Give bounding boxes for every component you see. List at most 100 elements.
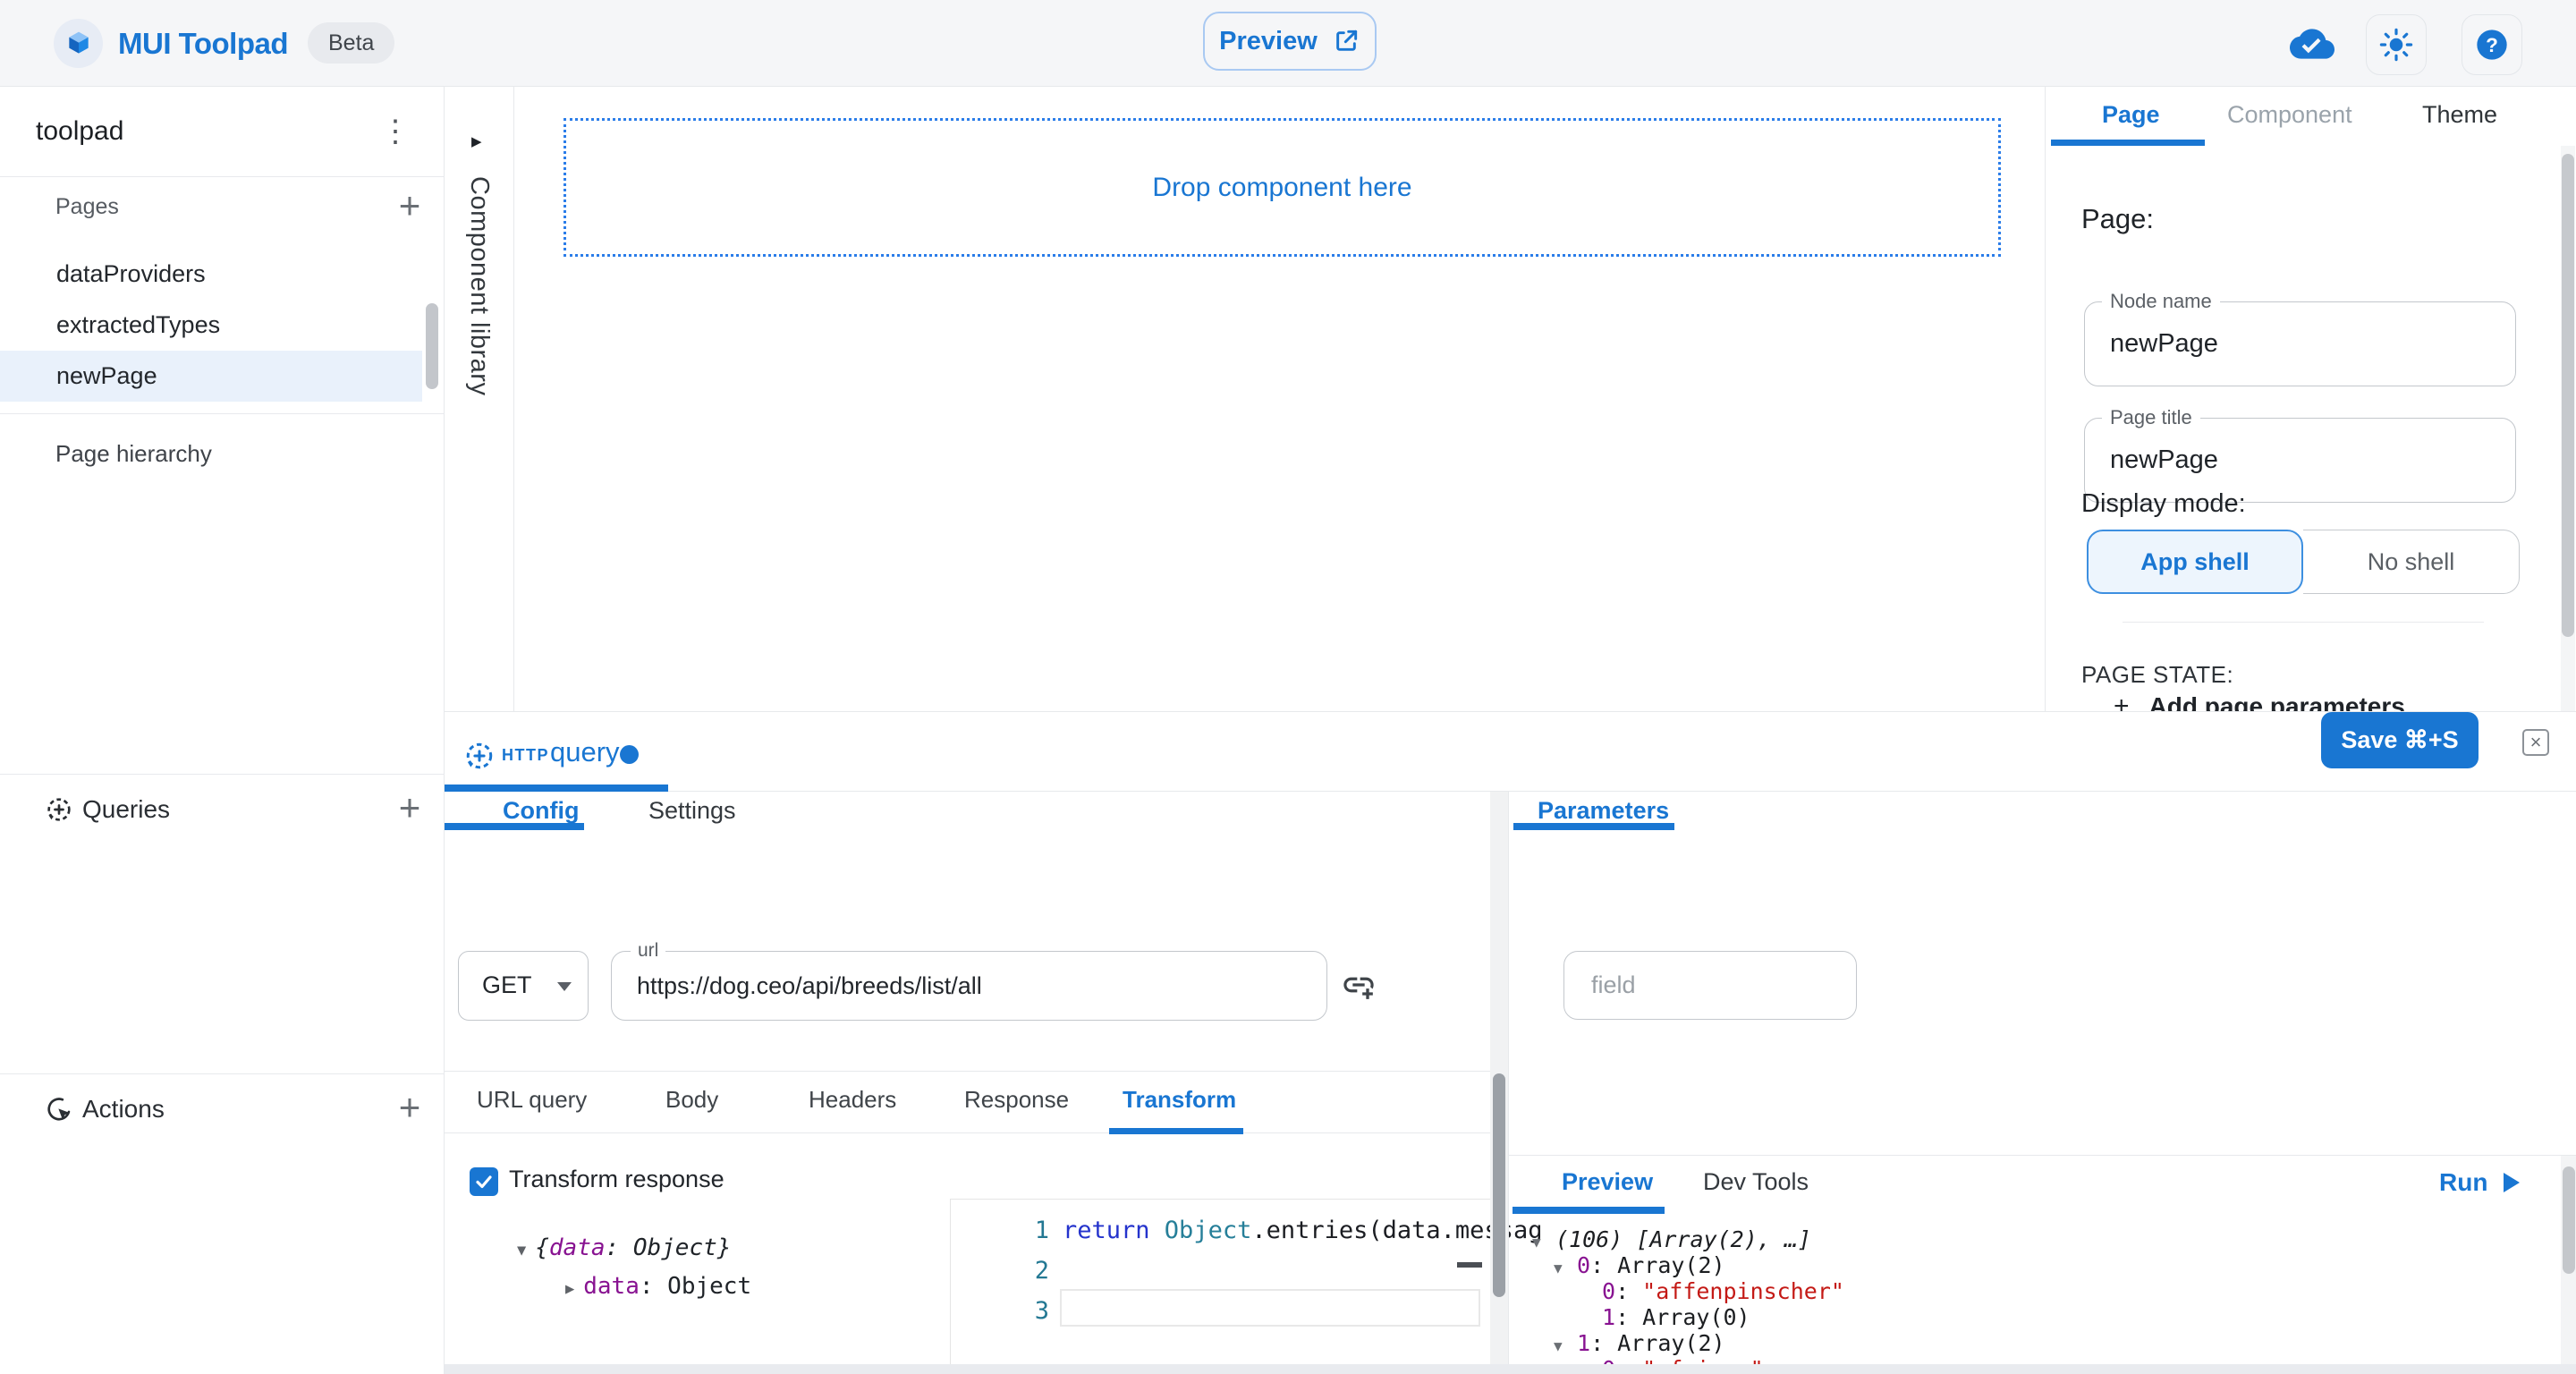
json-row[interactable]: 1: Array(0)	[1509, 1304, 2538, 1330]
parameter-field-wrap	[1563, 951, 1857, 1020]
code-line: 1 return Object.entries(data.messag	[951, 1210, 1491, 1251]
pane-scrollbar[interactable]	[1493, 1073, 1505, 1297]
query-tab[interactable]: HTTP query	[445, 712, 695, 792]
display-mode-toggle: App shell No shell	[2087, 530, 2520, 594]
active-subtab-underline	[1109, 1128, 1243, 1134]
project-title: toolpad	[36, 106, 123, 157]
node-name-field-wrap: Node name	[2084, 301, 2516, 386]
app-shell-toggle[interactable]: App shell	[2087, 530, 2303, 594]
add-page-parameters-button[interactable]: +Add page parameters	[2114, 691, 2405, 711]
result-scrollbar[interactable]	[2563, 1166, 2575, 1274]
cursor-click-icon	[45, 1095, 73, 1124]
tab-body[interactable]: Body	[665, 1086, 718, 1114]
inspector-scrollbar[interactable]	[2562, 154, 2574, 637]
top-bar: MUI Toolpad Beta Preview	[0, 0, 2576, 87]
response-tree-root[interactable]: ▼{data: Object}	[517, 1234, 731, 1261]
query-editor-panel: HTTP query Save ⌘+S × Config Settings GE…	[445, 711, 2576, 1374]
component-library-panel[interactable]: ▶ Component library	[445, 87, 514, 711]
json-row[interactable]: ▼(106) [Array(2), …]	[1509, 1226, 2538, 1252]
tab-headers[interactable]: Headers	[809, 1086, 896, 1114]
tab-theme[interactable]: Theme	[2422, 101, 2497, 129]
add-link-icon[interactable]	[1341, 967, 1377, 1003]
node-name-label: Node name	[2102, 290, 2220, 313]
active-config-tab-underline	[445, 823, 584, 830]
tab-component[interactable]: Component	[2227, 101, 2352, 129]
queries-section-label: Queries	[82, 784, 170, 835]
caret-down-icon: ▼	[1532, 1229, 1555, 1255]
tab-response[interactable]: Response	[964, 1086, 1069, 1114]
kebab-menu-icon[interactable]: ⋮	[376, 106, 415, 157]
node-name-input[interactable]	[2084, 301, 2516, 386]
current-line-highlight	[1060, 1289, 1480, 1327]
run-button[interactable]: Run	[2439, 1168, 2520, 1197]
play-icon	[2504, 1173, 2520, 1192]
overview-ruler-mark	[1457, 1262, 1482, 1268]
help-icon: ?	[2474, 27, 2510, 63]
tab-config[interactable]: Config	[503, 797, 579, 825]
add-action-button[interactable]: +	[390, 1089, 429, 1128]
drop-zone-label: Drop component here	[1152, 173, 1411, 203]
plus-icon: +	[2114, 691, 2130, 711]
http-query-icon	[463, 740, 496, 772]
sidebar-item-newpage[interactable]: newPage	[0, 351, 422, 402]
mui-toolpad-logo-icon	[64, 30, 93, 58]
active-parameters-underline	[1513, 823, 1674, 830]
sidebar-item-dataproviders[interactable]: dataProviders	[0, 249, 422, 300]
open-in-new-icon	[1332, 27, 1360, 55]
sidebar-item-extractedtypes[interactable]: extractedTypes	[0, 300, 422, 351]
query-panel-header: HTTP query Save ⌘+S ×	[445, 712, 2576, 792]
caret-down-icon[interactable]: ▼	[517, 1242, 526, 1260]
divider	[0, 413, 445, 414]
preview-button[interactable]: Preview	[1203, 12, 1377, 71]
pages-section-label: Pages	[55, 187, 119, 226]
app-logo[interactable]	[54, 19, 103, 68]
transform-response-label: Transform response	[509, 1166, 724, 1193]
help-button[interactable]: ?	[2462, 14, 2522, 75]
parameter-field-input[interactable]	[1563, 951, 1857, 1020]
pages-scrollbar[interactable]	[426, 303, 438, 389]
beta-badge: Beta	[308, 22, 394, 64]
save-button[interactable]: Save ⌘+S	[2321, 712, 2479, 768]
page-hierarchy-link[interactable]: Page hierarchy	[55, 434, 212, 473]
theme-toggle-button[interactable]	[2366, 14, 2427, 75]
tab-settings[interactable]: Settings	[648, 797, 736, 825]
divider	[0, 774, 445, 775]
tab-parameters[interactable]: Parameters	[1538, 797, 1669, 825]
json-result-tree: ▼(106) [Array(2), …] ▼0: Array(2) 0: "af…	[1509, 1226, 2538, 1374]
no-shell-toggle[interactable]: No shell	[2303, 530, 2520, 594]
divider	[2123, 622, 2484, 623]
active-tab-underline	[2051, 140, 2205, 146]
json-row[interactable]: 0: "affenpinscher"	[1509, 1278, 2538, 1304]
add-query-button[interactable]: +	[390, 789, 429, 828]
json-row[interactable]: ▼0: Array(2)	[1509, 1252, 2538, 1278]
url-field-wrap: url	[611, 951, 1327, 1021]
divider	[0, 1073, 445, 1074]
unsaved-dot-icon	[620, 745, 639, 764]
add-page-button[interactable]: +	[390, 187, 429, 226]
component-library-label: Component library	[464, 176, 494, 395]
horizontal-scroll-strip[interactable]	[445, 1364, 2576, 1374]
caret-right-icon[interactable]: ▶	[565, 1280, 574, 1298]
response-tree-child[interactable]: ▶data: Object	[565, 1273, 751, 1300]
preview-tabs: Preview Dev Tools Run	[1509, 1155, 2576, 1214]
active-query-tab-underline	[445, 785, 668, 792]
tab-dev-tools[interactable]: Dev Tools	[1703, 1168, 1809, 1196]
page-title-label: Page title	[2102, 406, 2200, 429]
chevron-right-icon: ▶	[471, 133, 482, 149]
tab-transform[interactable]: Transform	[1123, 1086, 1236, 1114]
actions-section: Actions +	[0, 1083, 445, 1135]
tab-page[interactable]: Page	[2102, 101, 2160, 129]
check-icon	[473, 1171, 495, 1192]
query-protocol-label: HTTP	[502, 746, 549, 765]
method-select[interactable]: GET	[458, 951, 589, 1021]
close-icon[interactable]: ×	[2522, 729, 2549, 756]
result-scrollbar-track	[2561, 1156, 2576, 1374]
app-root: MUI Toolpad Beta Preview	[0, 0, 2576, 1374]
transform-code-editor[interactable]: 1 return Object.entries(data.messag 2 3	[950, 1199, 1490, 1374]
tab-preview[interactable]: Preview	[1562, 1168, 1653, 1196]
tab-url-query[interactable]: URL query	[477, 1086, 587, 1114]
drop-zone[interactable]: Drop component here	[564, 118, 2001, 257]
json-row[interactable]: ▼1: Array(2)	[1509, 1330, 2538, 1356]
url-input[interactable]	[611, 951, 1327, 1021]
transform-response-checkbox[interactable]	[470, 1167, 498, 1196]
